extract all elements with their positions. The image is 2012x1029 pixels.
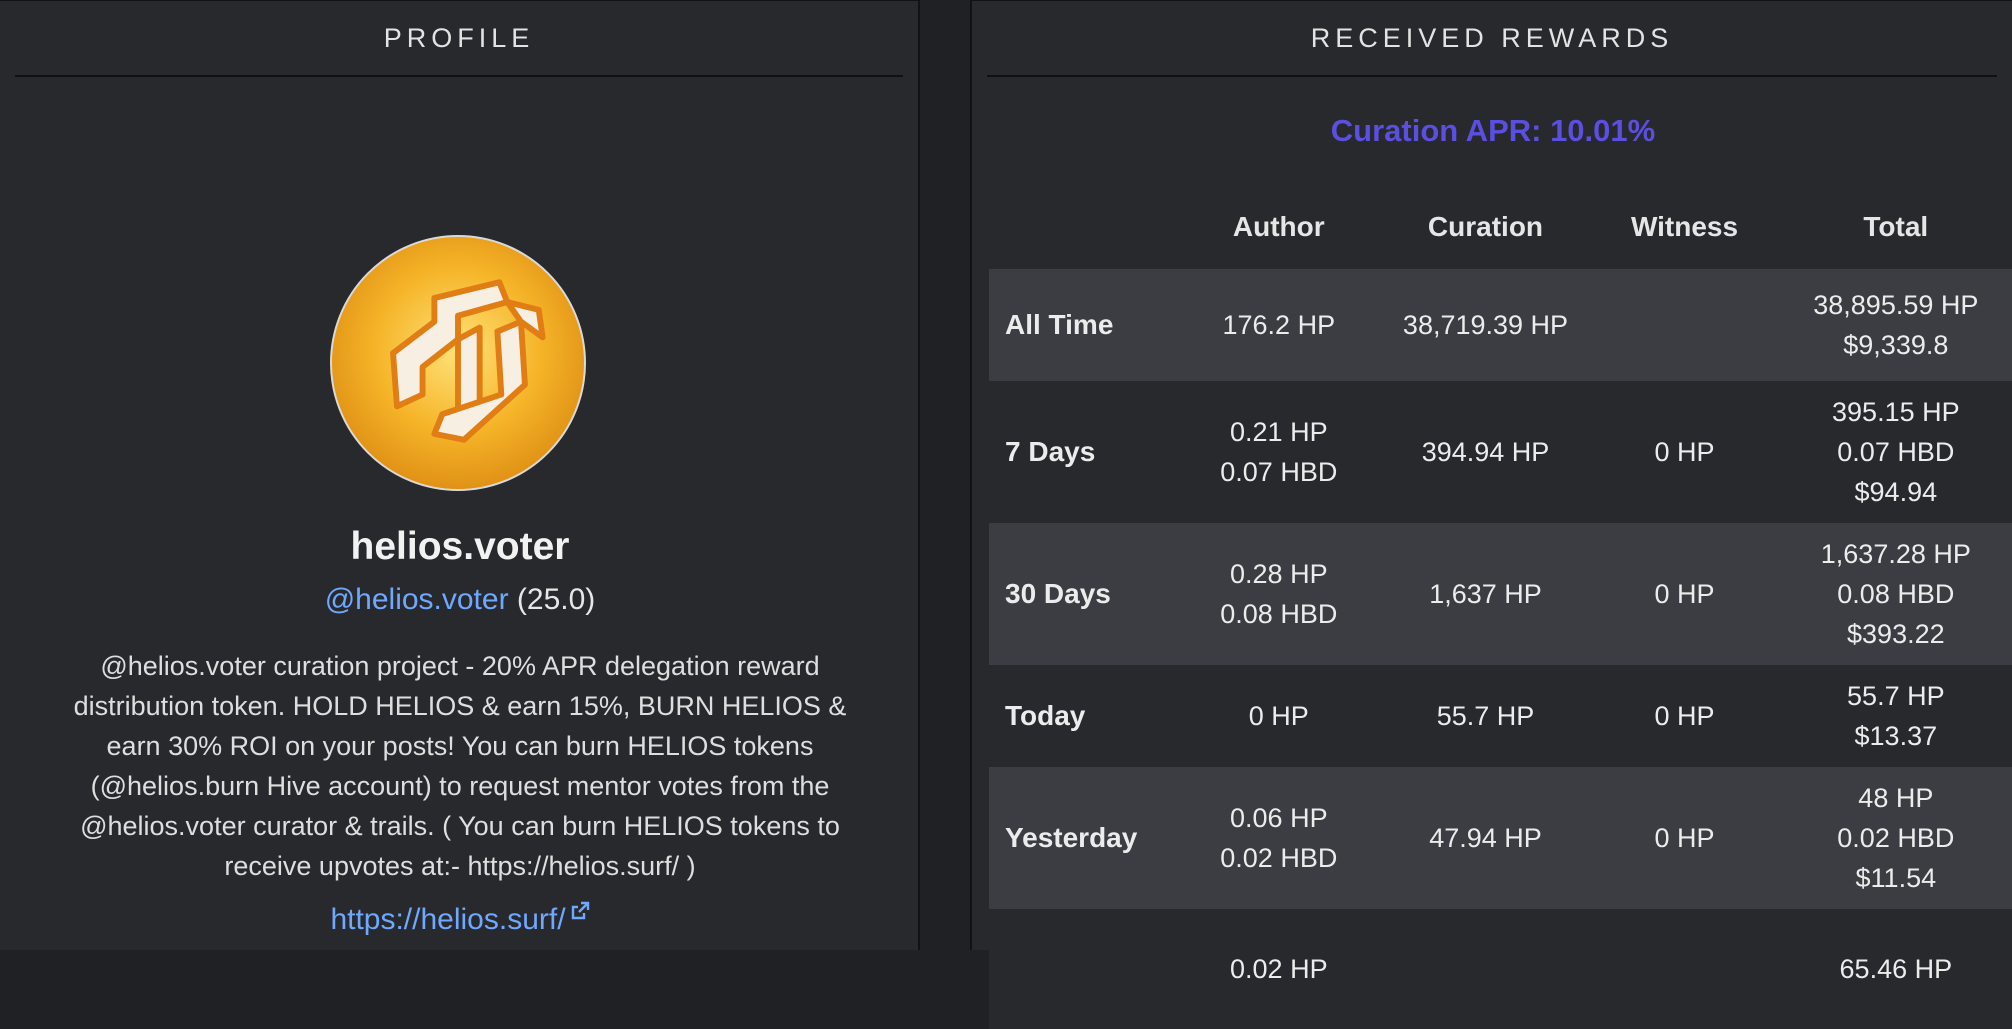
cell-author: 0.21 HP 0.07 HBD [1178,381,1380,523]
cell-witness: 0 HP [1591,767,1778,909]
cell-curation: 394.94 HP [1379,381,1592,523]
profile-bio: @helios.voter curation project - 20% APR… [73,651,847,881]
cell-total: 65.46 HP [1777,909,2012,1029]
reputation-score: (25.0) [516,583,596,616]
cell-witness: 0 HP [1591,523,1778,665]
cell-value: 0.02 HP [1230,954,1328,984]
cell-value: 0 HP [1248,701,1309,731]
profile-handle-link[interactable]: @helios.voter [325,583,509,616]
cell-value: 48 HP [1858,783,1934,813]
curation-apr: Curation APR: 10.01% [1330,113,1656,148]
cell-witness [1591,909,1778,1029]
cell-total: 38,895.59 HP $9,339.8 [1777,269,2012,381]
row-label: 7 Days [989,381,1179,523]
rewards-table: Author Curation Witness Total All Time 17… [989,185,2012,1029]
table-row: 30 Days 0.28 HP 0.08 HBD 1,637 HP 0 HP 1,637.… [989,523,2012,665]
table-row: Yesterday 0.06 HP 0.02 HBD 47.94 HP 0 HP 48 H… [989,767,2012,909]
cell-value: $11.54 [1855,863,1937,893]
cell-value: 0 HP [1654,701,1715,731]
column-header-period [989,185,1178,269]
cell-curation: 38,719.39 HP [1379,269,1592,381]
avatar[interactable] [330,235,586,491]
cell-value: 38,895.59 HP [1813,290,1979,320]
cell-curation: 47.94 HP [1379,767,1592,909]
rewards-panel: RECEIVED REWARDS Curation APR: 10.01% Au… [970,0,2012,1029]
cell-value: 0.07 HBD [1220,457,1338,487]
cell-value: 55.7 HP [1847,681,1945,711]
table-row: 0.02 HP 65.46 HP [989,909,2012,1029]
cell-value: 0.08 HBD [1837,579,1955,609]
cell-author: 0.02 HP [1178,909,1380,1029]
rewards-header: RECEIVED REWARDS [987,1,1997,77]
cell-value: 47.94 HP [1429,823,1542,853]
external-link-icon [571,901,589,920]
cell-value: 55.7 HP [1436,701,1535,731]
cell-value: 1,637 HP [1429,579,1542,609]
cell-value: 395.15 HP [1832,397,1960,427]
website-link[interactable]: https://helios.surf/ [330,903,565,936]
cell-curation: 1,637 HP [1379,523,1592,665]
column-header-curation: Curation [1427,211,1544,242]
column-header-total: Total [1863,211,1929,242]
profile-name: helios.voter [350,525,570,568]
cell-value: 394.94 HP [1421,437,1550,467]
profile-handle-row: @helios.voter (25.0) [0,583,920,617]
table-row: All Time 176.2 HP 38,719.39 HP 38,895.59 HP… [989,269,2012,381]
cell-curation [1379,909,1592,1029]
cell-author: 0.06 HP 0.02 HBD [1178,767,1380,909]
cell-value: 0.07 HBD [1837,437,1955,467]
cell-total: 55.7 HP $13.37 [1777,665,2012,767]
cell-value: 0.21 HP [1230,417,1328,447]
cell-value: 1,637.28 HP [1820,539,1971,569]
cell-author: 0 HP [1178,665,1380,767]
cell-witness [1591,269,1778,381]
row-label: All Time [989,269,1179,381]
cell-value: 0.28 HP [1230,559,1328,589]
cell-value: 0 HP [1654,579,1715,609]
cell-witness: 0 HP [1591,665,1778,767]
cell-value: $13.37 [1854,721,1938,751]
cell-author: 176.2 HP [1178,269,1380,381]
profile-header: PROFILE [15,1,903,77]
column-header-witness: Witness [1630,211,1739,242]
cell-value: 0.02 HBD [1220,843,1338,873]
cell-value: $9,339.8 [1843,330,1949,360]
column-header-author: Author [1232,211,1325,242]
row-label: Today [989,665,1179,767]
website-row: https://helios.surf/ [0,901,920,937]
cell-author: 0.28 HP 0.08 HBD [1178,523,1380,665]
table-row: Today 0 HP 55.7 HP 0 HP 55.7 HP $13.37 [989,665,2012,767]
cell-value: 176.2 HP [1222,310,1336,340]
cell-value: 0 HP [1654,823,1715,853]
row-label [989,909,1179,1029]
cell-witness: 0 HP [1591,381,1778,523]
cell-value: 38,719.39 HP [1402,310,1569,340]
cell-value: 65.46 HP [1839,954,1953,984]
profile-panel: PROFILE helios.voter @helios.voter (25.0… [0,0,920,950]
cell-value: 0.08 HBD [1220,599,1338,629]
cell-value: $393.22 [1847,619,1945,649]
cell-value: 0.06 HP [1230,803,1328,833]
row-label: Yesterday [989,767,1179,909]
cell-value: 0.02 HBD [1837,823,1955,853]
table-row: 7 Days 0.21 HP 0.07 HBD 394.94 HP 0 HP 395.15… [989,381,2012,523]
helios-logo-icon [332,237,584,489]
row-label: 30 Days [989,523,1179,665]
cell-total: 48 HP 0.02 HBD $11.54 [1777,767,2012,909]
cell-value: 0 HP [1654,437,1715,467]
cell-total: 1,637.28 HP 0.08 HBD $393.22 [1777,523,2012,665]
cell-curation: 55.7 HP [1379,665,1592,767]
cell-total: 395.15 HP 0.07 HBD $94.94 [1777,381,2012,523]
rewards-table-header: Author Curation Witness Total [989,185,2012,269]
cell-value: $94.94 [1854,477,1938,507]
